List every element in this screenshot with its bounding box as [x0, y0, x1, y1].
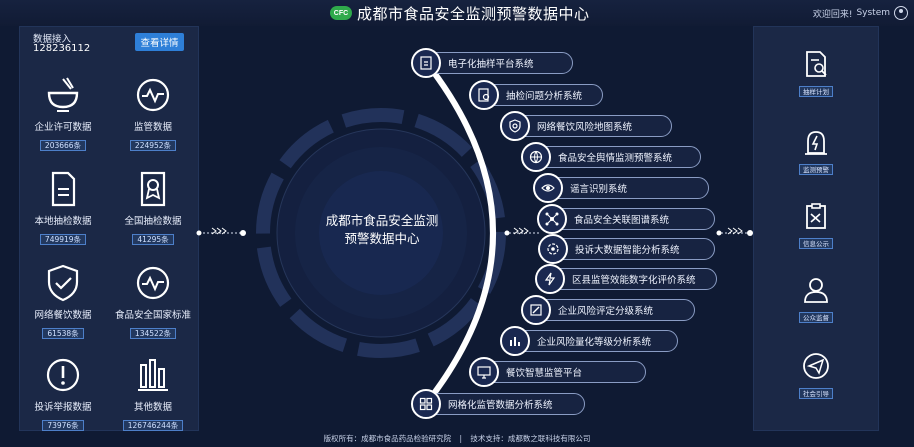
system-label: 投诉大数据智能分析系统: [575, 245, 680, 256]
system-label: 谣言识别系统: [570, 184, 628, 195]
clipboard-icon: [420, 56, 432, 70]
footer-support: 技术支持：成都数之联科技有限公司: [470, 434, 591, 443]
system-label: 企业风险评定分级系统: [558, 306, 654, 317]
footer-copyright: 版权所有：成都市食品药品检验研究院: [323, 434, 452, 443]
system-icon-wrap: [535, 264, 565, 294]
right-item-label: 信息公示: [799, 238, 833, 249]
gear-chart-icon: [547, 243, 559, 255]
system-label: 食品安全关联图谱系统: [574, 215, 670, 226]
doc-search-icon: [478, 88, 490, 102]
globe-icon: [529, 150, 543, 164]
system-item-complaint-analysis[interactable]: 投诉大数据智能分析系统: [538, 234, 715, 264]
send-icon: [803, 353, 829, 379]
system-item-rumor[interactable]: 谣言识别系统: [533, 173, 709, 203]
center-title-line2: 预警数据中心: [344, 231, 420, 246]
system-item-risk-grading[interactable]: 企业风险评定分级系统: [521, 295, 695, 325]
person-icon: [804, 278, 828, 303]
system-label: 网格化监管数据分析系统: [448, 400, 553, 411]
warning-bolt-icon: [805, 131, 827, 155]
system-icon-wrap: [469, 80, 499, 110]
system-item-risk-map[interactable]: 网络餐饮风险地图系统: [500, 111, 672, 141]
system-item-district-evaluation[interactable]: 区县监管效能数字化评价系统: [535, 264, 717, 294]
shuffle-clipboard-icon: [806, 203, 826, 229]
system-item-grid-supervision[interactable]: 网格化监管数据分析系统: [411, 389, 585, 419]
right-item-monitoring-warning[interactable]: 监测预警: [799, 127, 833, 176]
footer: 版权所有：成都市食品药品检验研究院 | 技术支持：成都数之联科技有限公司: [0, 432, 914, 447]
system-item-public-opinion[interactable]: 食品安全舆情监测预警系统: [521, 142, 701, 172]
system-label: 抽检问题分析系统: [506, 91, 583, 102]
system-icon-wrap: [521, 142, 551, 172]
system-item-knowledge-graph[interactable]: 食品安全关联图谱系统: [537, 204, 715, 234]
doc-search-icon: [806, 51, 827, 77]
right-item-social-guidance[interactable]: 社会引导: [799, 351, 833, 400]
system-label: 电子化抽样平台系统: [448, 59, 534, 70]
system-icon-wrap: [533, 173, 563, 203]
system-label: 餐饮智慧监管平台: [506, 368, 583, 379]
network-icon: [545, 212, 559, 226]
system-icon-wrap: [469, 357, 499, 387]
system-icon-wrap: [500, 111, 530, 141]
system-label: 企业风险量化等级分析系统: [537, 337, 652, 348]
system-icon-wrap: [500, 326, 530, 356]
monitor-icon: [477, 366, 491, 379]
right-item-info-publicity[interactable]: 信息公示: [799, 201, 833, 250]
center-title: 成都市食品安全监测 预警数据中心: [322, 212, 442, 248]
system-item-smart-catering[interactable]: 餐饮智慧监管平台: [469, 357, 646, 387]
lightning-icon: [544, 272, 556, 286]
right-item-label: 社会引导: [799, 388, 833, 399]
system-icon-wrap: [411, 48, 441, 78]
system-icon-wrap: [411, 389, 441, 419]
right-panel: 抽样计划 监测预警 信息公示 公众监督 社会引导: [753, 26, 879, 431]
right-item-label: 抽样计划: [799, 86, 833, 97]
system-item-sampling-analysis[interactable]: 抽检问题分析系统: [469, 80, 603, 110]
right-item-sampling-plan[interactable]: 抽样计划: [799, 49, 833, 98]
bar-eye-icon: [510, 337, 520, 346]
edit-chart-icon: [530, 304, 542, 316]
system-label: 区县监管效能数字化评价系统: [572, 275, 696, 286]
system-label: 食品安全舆情监测预警系统: [558, 153, 673, 164]
system-item-sampling-platform[interactable]: 电子化抽样平台系统: [411, 48, 573, 78]
footer-separator: |: [459, 434, 463, 443]
right-item-public-supervision[interactable]: 公众监督: [799, 275, 833, 324]
system-item-risk-quantification[interactable]: 企业风险量化等级分析系统: [500, 326, 678, 356]
grid-icon: [419, 397, 433, 411]
system-label: 网络餐饮风险地图系统: [537, 122, 633, 133]
eye-icon: [541, 184, 555, 192]
right-item-label: 公众监督: [799, 312, 833, 323]
system-icon-wrap: [537, 204, 567, 234]
system-icon-wrap: [538, 234, 568, 264]
system-icon-wrap: [521, 295, 551, 325]
center-title-line1: 成都市食品安全监测: [325, 213, 439, 228]
map-shield-icon: [509, 119, 521, 133]
right-item-label: 监测预警: [799, 164, 833, 175]
